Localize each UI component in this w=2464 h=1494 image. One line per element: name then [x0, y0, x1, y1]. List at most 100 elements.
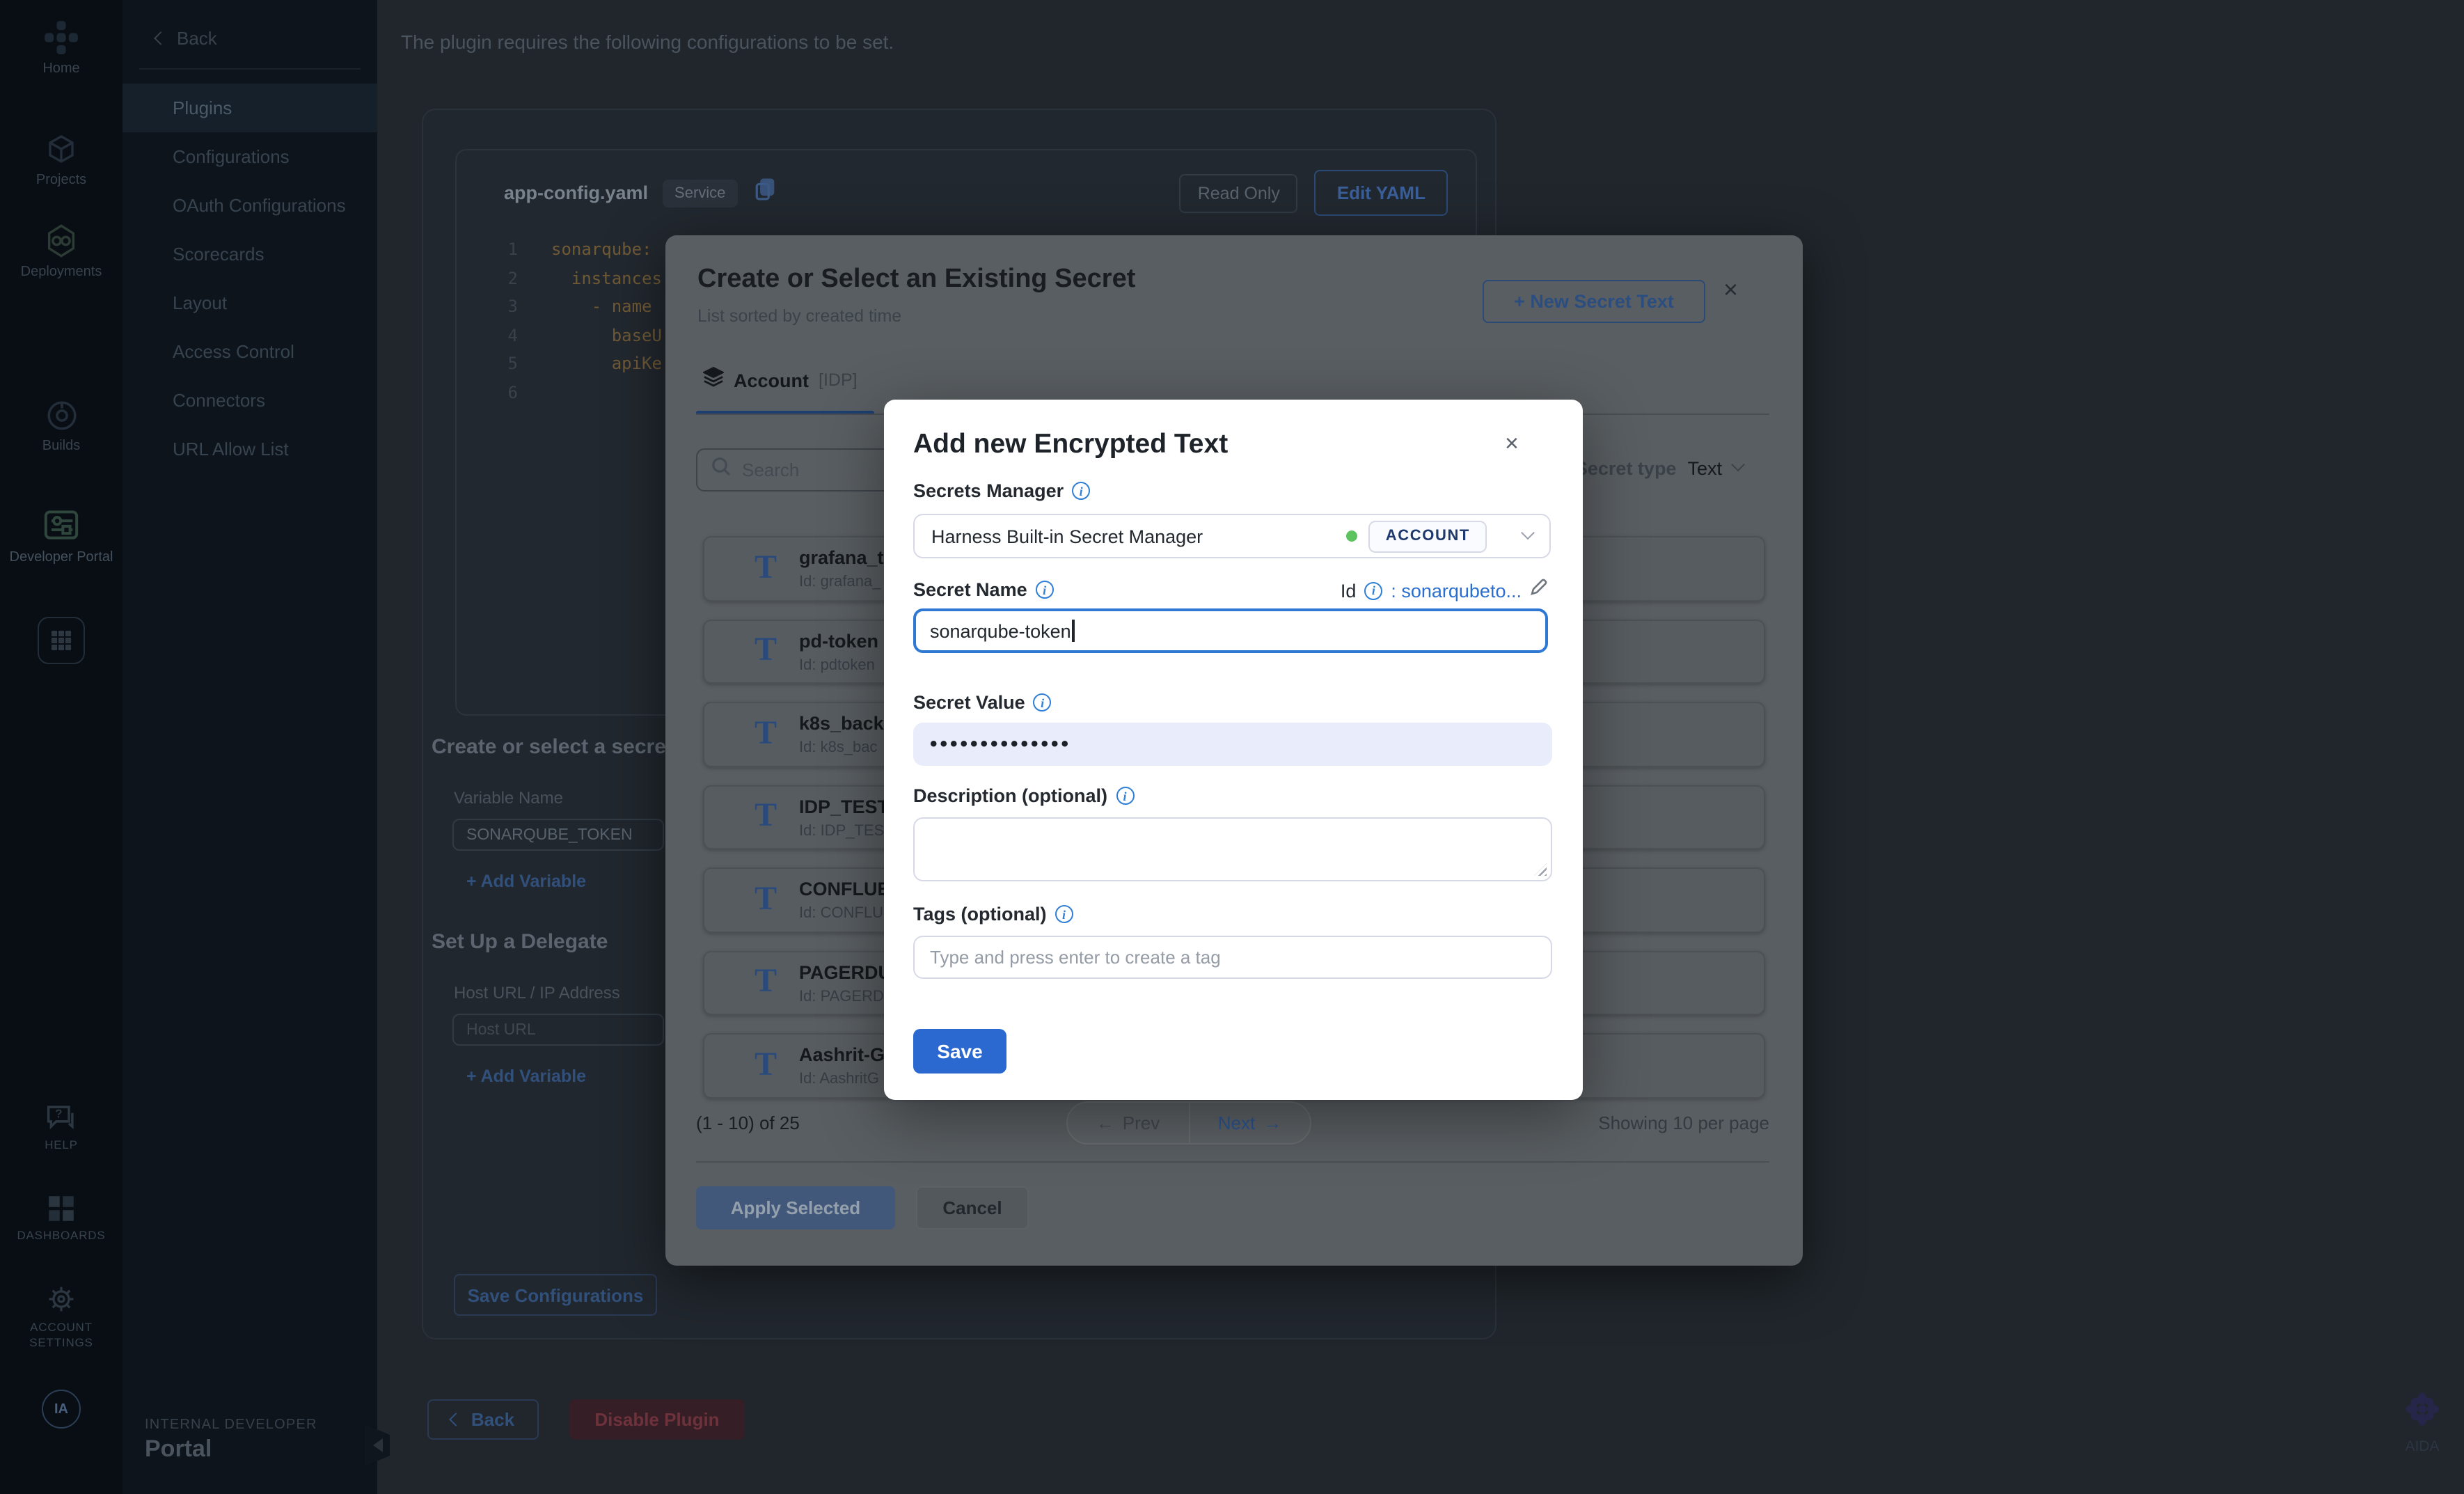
subnav-item-layout[interactable]: Layout	[123, 278, 377, 327]
text-secret-icon: T	[755, 550, 785, 588]
infinity-hexagon-icon	[43, 223, 79, 259]
back-button[interactable]: Back	[427, 1399, 539, 1440]
save-button[interactable]: Save	[913, 1029, 1006, 1074]
subnav-item-url-allow-list[interactable]: URL Allow List	[123, 425, 377, 473]
sidebar-item-home[interactable]: Home	[0, 19, 123, 78]
host-url-label: Host URL / IP Address	[454, 983, 682, 1002]
sidebar-item-developer-portal[interactable]: Developer Portal	[0, 505, 123, 567]
account-scope-badge: ACCOUNT	[1369, 520, 1487, 552]
aida-widget[interactable]: AIDA	[2383, 1390, 2461, 1455]
disable-plugin-button[interactable]: Disable Plugin	[569, 1399, 745, 1440]
chevron-left-icon	[450, 1413, 464, 1426]
close-icon[interactable]: ×	[1505, 430, 1519, 458]
divider	[696, 1161, 1769, 1163]
secret-type-filter[interactable]: Secret type Text	[1575, 458, 1743, 479]
secondary-sidebar: Back Plugins Configurations OAuth Config…	[123, 0, 377, 1494]
text-secret-icon: T	[755, 1047, 785, 1085]
sidebar-item-dashboards[interactable]: DASHBOARDS	[0, 1195, 123, 1243]
info-icon: i	[1116, 787, 1134, 805]
divider	[139, 68, 361, 70]
cube-icon	[45, 134, 78, 167]
layers-icon	[703, 366, 724, 394]
info-icon: i	[1055, 905, 1073, 923]
arrow-right-icon: →	[1263, 1112, 1281, 1133]
tab-account-idp[interactable]: Account [IDP]	[703, 366, 858, 394]
host-url-input[interactable]: Host URL	[452, 1014, 664, 1046]
add-variable-link[interactable]: + Add Variable	[466, 872, 682, 891]
cancel-button[interactable]: Cancel	[916, 1186, 1029, 1229]
subnav-item-access-control[interactable]: Access Control	[123, 327, 377, 376]
prev-page-button[interactable]: ←Prev	[1068, 1103, 1190, 1143]
aida-flower-icon	[2403, 1410, 2442, 1434]
info-icon: i	[1072, 482, 1090, 500]
pagination-range: (1 - 10) of 25	[696, 1112, 800, 1133]
page-heading: The plugin requires the following config…	[401, 31, 894, 53]
sidebar-item-deployments[interactable]: Deployments	[0, 223, 123, 281]
info-icon: i	[1034, 693, 1052, 711]
variable-name-label: Variable Name	[454, 788, 682, 808]
modal-subtitle: List sorted by created time	[697, 306, 901, 326]
sidebar-item-projects[interactable]: Projects	[0, 134, 123, 189]
close-icon[interactable]: ×	[1723, 277, 1738, 302]
text-secret-icon: T	[755, 633, 785, 670]
pagination: ←Prev Next→	[1066, 1101, 1311, 1145]
sidebar-item-builds[interactable]: Builds	[0, 398, 123, 455]
edit-pencil-icon[interactable]	[1530, 578, 1548, 603]
sidebar-item-user[interactable]: IA	[0, 1390, 123, 1429]
edit-yaml-button[interactable]: Edit YAML	[1315, 170, 1448, 216]
add-encrypted-text-modal: Add new Encrypted Text × Secrets Manager…	[884, 400, 1583, 1100]
subnav-item-oauth-configurations[interactable]: OAuth Configurations	[123, 181, 377, 230]
subnav-item-configurations[interactable]: Configurations	[123, 132, 377, 181]
add-variable-link-2[interactable]: + Add Variable	[466, 1067, 682, 1086]
file-name: app-config.yaml	[504, 182, 648, 203]
tags-field[interactable]	[913, 936, 1552, 979]
triangle-left-icon	[372, 1438, 382, 1452]
secret-section-title: Create or select a secret	[432, 735, 682, 759]
text-secret-icon: T	[755, 716, 785, 753]
chevron-down-icon	[1521, 525, 1535, 539]
text-caret	[1073, 620, 1075, 642]
delegate-section-title: Set Up a Delegate	[432, 930, 682, 954]
sidebar-item-help[interactable]: ? HELP	[0, 1104, 123, 1153]
new-secret-text-button[interactable]: + New Secret Text	[1483, 280, 1705, 323]
help-chat-icon: ?	[46, 1104, 77, 1132]
subnav-item-scorecards[interactable]: Scorecards	[123, 230, 377, 278]
read-only-button[interactable]: Read Only	[1180, 173, 1298, 212]
primary-sidebar: Home Projects Deployments Builds Develop…	[0, 0, 123, 1494]
secrets-manager-label: Secrets Manager i	[913, 480, 1090, 501]
tags-label: Tags (optional) i	[913, 904, 1073, 925]
subnav-item-plugins[interactable]: Plugins	[123, 84, 377, 132]
resize-handle-icon[interactable]	[1534, 863, 1547, 876]
secret-name-input[interactable]: sonarqube-token	[913, 608, 1548, 653]
sidebar-collapse-handle[interactable]	[365, 1424, 390, 1466]
variable-name-input[interactable]: SONARQUBE_TOKEN	[452, 819, 664, 851]
secrets-manager-select[interactable]: Harness Built-in Secret Manager ACCOUNT	[913, 514, 1551, 558]
harness-logo-icon	[43, 19, 79, 56]
arrow-left-icon: ←	[1096, 1112, 1114, 1133]
dashboards-icon	[47, 1195, 75, 1222]
back-nav[interactable]: Back	[123, 0, 377, 68]
secret-value-label: Secret Value i	[913, 692, 1052, 713]
brand: INTERNAL DEVELOPER Portal	[145, 1417, 317, 1463]
description-textarea[interactable]	[913, 817, 1552, 881]
sidebar-item-account-settings[interactable]: ACCOUNT SETTINGS	[0, 1284, 123, 1351]
apply-selected-button[interactable]: Apply Selected	[696, 1186, 895, 1229]
tags-input[interactable]	[930, 947, 1535, 968]
developer-portal-icon	[42, 505, 81, 544]
secret-id-row[interactable]: Id i : sonarqubeto...	[1341, 578, 1548, 603]
plugin-form: Create or select a secret Variable Name …	[432, 735, 682, 1086]
secret-name-label: Secret Name i	[913, 579, 1054, 600]
next-page-button[interactable]: Next→	[1190, 1103, 1310, 1143]
secret-value-input[interactable]: ••••••••••••••	[913, 723, 1552, 766]
builds-icon	[44, 398, 79, 433]
gear-icon	[46, 1284, 77, 1314]
chevron-left-icon	[154, 31, 168, 45]
subnav-item-connectors[interactable]: Connectors	[123, 376, 377, 425]
copy-icon[interactable]	[755, 178, 775, 207]
info-icon: i	[1036, 581, 1054, 599]
save-configurations-button[interactable]: Save Configurations	[454, 1274, 657, 1316]
text-secret-icon: T	[755, 964, 785, 1002]
app-root: Home Projects Deployments Builds Develop…	[0, 0, 2464, 1494]
text-secret-icon: T	[755, 799, 785, 836]
sidebar-item-module-picker[interactable]	[0, 617, 123, 664]
